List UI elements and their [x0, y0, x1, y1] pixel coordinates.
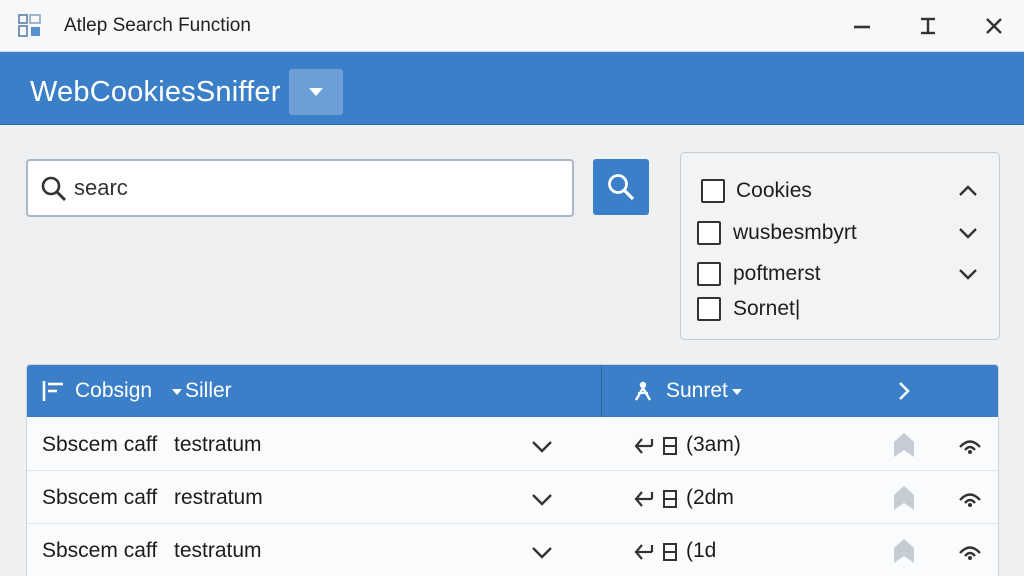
table-row[interactable]: Sbscem caff testratum (3am) — [27, 418, 998, 471]
filter-label: wusbesmbyrt — [733, 221, 857, 244]
signal-icon[interactable] — [957, 435, 983, 455]
cell-name: Sbscem caff — [42, 433, 158, 456]
search-box — [26, 159, 574, 217]
cell-detail: restratum — [174, 486, 263, 509]
filter-item-cookies[interactable]: Cookies — [681, 173, 999, 209]
filter-item-wusbesmbyrt[interactable]: wusbesmbyrt — [681, 215, 999, 251]
filter-item-sornet[interactable]: Sornet| — [681, 292, 999, 328]
window-grid-icon — [18, 14, 41, 37]
close-button[interactable] — [974, 10, 1014, 42]
sort-caret-icon[interactable] — [171, 388, 183, 396]
chevron-down-icon[interactable] — [531, 546, 553, 560]
bookmark-icon[interactable] — [893, 485, 915, 511]
cell-detail: testratum — [174, 539, 262, 562]
table-row[interactable]: Sbscem caff testratum (1d — [27, 524, 998, 576]
return-arrow-icon[interactable] — [634, 488, 682, 510]
app-dropdown-button[interactable] — [289, 69, 343, 115]
window-title: Atlep Search Function — [64, 15, 251, 36]
filter-checkbox[interactable] — [701, 179, 725, 203]
signal-icon[interactable] — [957, 541, 983, 561]
results-table: Cobsign Siller Sunret Sbscem caff testra… — [26, 364, 999, 576]
column-divider — [601, 365, 602, 417]
search-icon — [41, 176, 67, 202]
cell-time: (1d — [686, 539, 717, 562]
close-icon — [986, 18, 1002, 34]
chevron-down-icon[interactable] — [531, 493, 553, 507]
filter-item-poftmerst[interactable]: poftmerst — [681, 256, 999, 292]
table-header: Cobsign Siller Sunret — [27, 365, 998, 417]
search-input[interactable] — [74, 171, 554, 205]
signal-icon[interactable] — [957, 488, 983, 508]
filter-label: poftmerst — [733, 262, 821, 285]
maximize-icon — [921, 17, 935, 35]
column-header-siller[interactable]: Siller — [185, 379, 232, 403]
table-row[interactable]: Sbscem caff restratum (2dm — [27, 471, 998, 524]
minimize-button[interactable] — [842, 10, 882, 42]
chevron-down-icon[interactable] — [957, 263, 979, 285]
bookmark-icon[interactable] — [893, 432, 915, 458]
cell-detail: testratum — [174, 433, 262, 456]
column-header-sunret[interactable]: Sunret — [666, 379, 728, 403]
person-sort-icon — [634, 381, 652, 401]
return-arrow-icon[interactable] — [634, 435, 682, 457]
minimize-icon — [854, 25, 870, 29]
maximize-button[interactable] — [908, 10, 948, 42]
filter-checkbox[interactable] — [697, 221, 721, 245]
return-arrow-icon[interactable] — [634, 541, 682, 563]
title-bar: Atlep Search Function — [0, 0, 1024, 52]
cell-name: Sbscem caff — [42, 486, 158, 509]
chevron-down-icon[interactable] — [531, 440, 553, 454]
chevron-up-icon[interactable] — [957, 180, 979, 202]
cell-time: (2dm — [686, 486, 734, 509]
filter-checkbox[interactable] — [697, 297, 721, 321]
search-icon — [608, 174, 635, 201]
app-header: WebCookiesSniffer — [0, 52, 1024, 125]
list-align-icon — [42, 381, 63, 401]
column-header-cobsign[interactable]: Cobsign — [75, 379, 152, 403]
filter-checkbox[interactable] — [697, 262, 721, 286]
bookmark-icon[interactable] — [893, 538, 915, 564]
cell-time: (3am) — [686, 433, 741, 456]
sort-caret-icon[interactable] — [731, 388, 743, 396]
caret-down-icon — [309, 88, 323, 96]
app-name: WebCookiesSniffer — [30, 76, 281, 108]
cell-name: Sbscem caff — [42, 539, 158, 562]
search-button[interactable] — [593, 159, 649, 215]
chevron-down-icon[interactable] — [957, 222, 979, 244]
chevron-right-icon[interactable] — [897, 381, 911, 401]
filter-label: Cookies — [736, 179, 812, 202]
filter-label: Sornet| — [733, 297, 801, 320]
filter-panel: Cookies wusbesmbyrt poftmerst Sornet| — [680, 152, 1000, 340]
